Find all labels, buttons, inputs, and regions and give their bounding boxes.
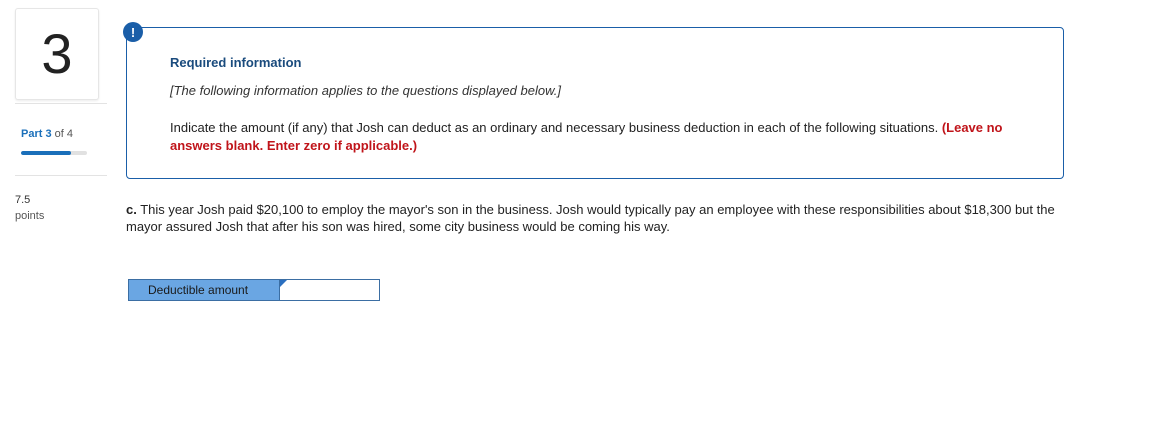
question-body: This year Josh paid $20,100 to employ th… [126, 202, 1055, 234]
question-letter: c. [126, 202, 137, 217]
required-information-note: [The following information applies to th… [170, 83, 561, 98]
instructions-text: Indicate the amount (if any) that Josh c… [170, 120, 939, 135]
part-indicator: Part 3 of 4 [21, 128, 73, 140]
cell-flag-icon [280, 280, 287, 287]
part-of: of 4 [54, 128, 74, 140]
rail-divider [15, 103, 107, 104]
question-page: 3 Part 3 of 4 7.5 points Required inform… [0, 0, 1173, 424]
required-information-body: Indicate the amount (if any) that Josh c… [170, 119, 1030, 155]
question-number: 3 [41, 22, 73, 85]
deductible-amount-input[interactable] [280, 280, 379, 300]
question-text: c. This year Josh paid $20,100 to employ… [126, 201, 1086, 235]
required-information-box: Required information [The following info… [126, 27, 1064, 179]
required-information-title: Required information [170, 55, 302, 70]
points-label: points [15, 210, 45, 222]
answer-row: Deductible amount [128, 279, 380, 301]
part-progress-bar [21, 151, 87, 155]
part-progress-fill [21, 151, 71, 155]
points-value: 7.5 [15, 194, 31, 206]
answer-cell[interactable] [280, 279, 380, 301]
question-number-card: 3 [15, 8, 99, 100]
alert-icon: ! [123, 22, 143, 42]
rail-divider [15, 175, 107, 176]
deductible-amount-label: Deductible amount [128, 279, 280, 301]
part-word: Part [21, 128, 43, 140]
part-current: 3 [45, 128, 52, 140]
